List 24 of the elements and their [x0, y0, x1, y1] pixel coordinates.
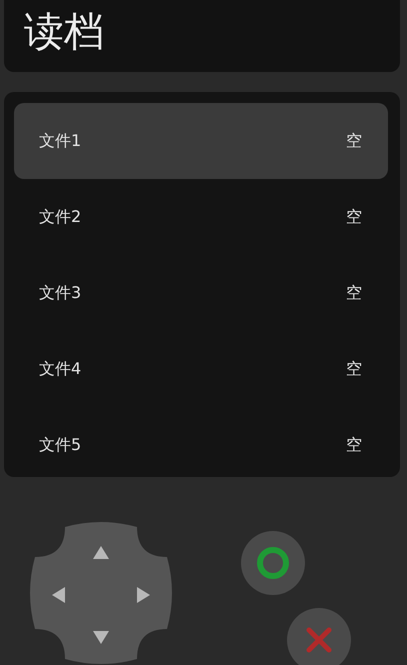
- d-pad[interactable]: [29, 521, 173, 665]
- save-slot[interactable]: 文件2 空: [14, 179, 388, 255]
- right-arrow-icon[interactable]: [137, 587, 150, 603]
- circle-icon: [257, 547, 289, 579]
- slot-status: 空: [346, 434, 362, 456]
- slot-status: 空: [346, 206, 362, 228]
- slot-name: 文件2: [39, 206, 82, 228]
- slot-name: 文件3: [39, 282, 82, 304]
- slot-name: 文件5: [39, 434, 82, 456]
- save-slot[interactable]: 文件4 空: [14, 331, 388, 407]
- slot-name: 文件1: [39, 130, 82, 152]
- save-slot[interactable]: 文件5 空: [14, 407, 388, 483]
- left-arrow-icon[interactable]: [52, 587, 65, 603]
- page-title: 读档: [24, 8, 105, 56]
- save-slot[interactable]: 文件3 空: [14, 255, 388, 331]
- save-slot[interactable]: 文件1 空: [14, 103, 388, 179]
- down-arrow-icon[interactable]: [93, 631, 109, 644]
- close-icon: [306, 628, 332, 652]
- slot-status: 空: [346, 130, 362, 152]
- cross-button[interactable]: [287, 608, 351, 665]
- slot-name: 文件4: [39, 358, 82, 380]
- up-arrow-icon[interactable]: [93, 546, 109, 559]
- slot-status: 空: [346, 358, 362, 380]
- slot-status: 空: [346, 282, 362, 304]
